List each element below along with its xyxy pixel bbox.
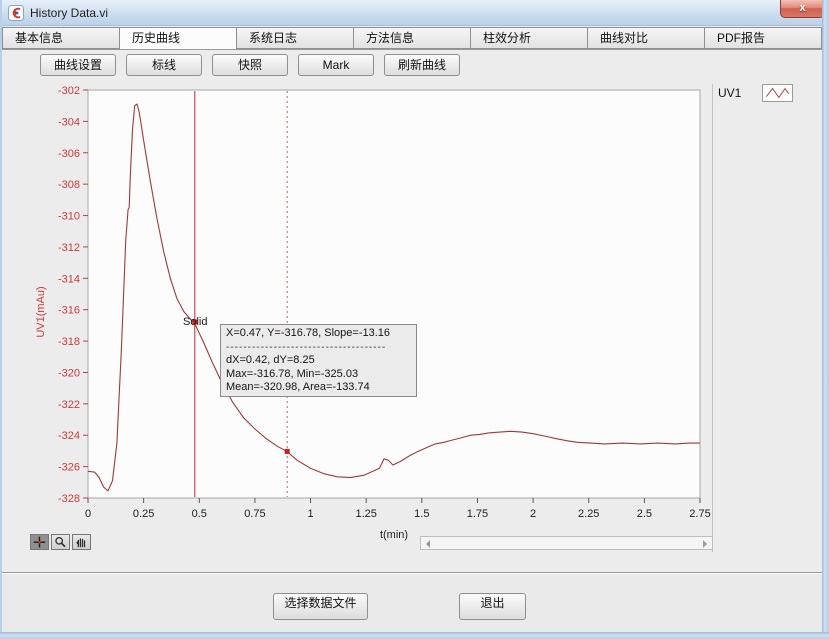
svg-text:-314: -314 xyxy=(58,273,80,285)
svg-text:-304: -304 xyxy=(58,116,80,128)
legend-uv1-label: UV1 xyxy=(718,86,762,100)
hand-icon xyxy=(73,535,90,549)
svg-text:-302: -302 xyxy=(58,85,80,97)
graph-tools-palette xyxy=(30,534,91,550)
tab-5[interactable]: 曲线对比 xyxy=(588,27,705,49)
svg-text:1.5: 1.5 xyxy=(414,508,429,520)
cursor-move-tool-button[interactable] xyxy=(30,534,49,550)
svg-text:-310: -310 xyxy=(58,211,80,223)
scroll-left-icon[interactable] xyxy=(426,540,430,548)
toolbar-button-2[interactable]: 快照 xyxy=(212,54,288,76)
svg-text:1: 1 xyxy=(307,508,313,520)
cursor-solid-label: Solid xyxy=(183,316,207,328)
window-titlebar[interactable]: History Data.vi x xyxy=(0,0,829,26)
scroll-right-icon[interactable] xyxy=(703,540,707,548)
window-title: History Data.vi xyxy=(30,6,108,20)
pan-tool-button[interactable] xyxy=(72,534,91,550)
graph-horizontal-scrollbar[interactable] xyxy=(420,536,713,550)
select-data-file-button[interactable]: 选择数据文件 xyxy=(273,593,368,620)
labview-vi-icon xyxy=(8,5,24,21)
plot-area xyxy=(88,90,700,498)
svg-text:-308: -308 xyxy=(58,179,80,191)
svg-text:0.5: 0.5 xyxy=(192,508,207,520)
x-axis-title: t(min) xyxy=(380,529,408,541)
history-data-window: History Data.vi x 基本信息历史曲线系统日志方法信息柱效分析曲线… xyxy=(0,0,829,639)
curve-toolbar: 曲线设置标线快照 Mark 刷新曲线 xyxy=(40,54,460,76)
window-border-bottom xyxy=(0,632,829,639)
close-button[interactable]: x xyxy=(780,0,825,18)
graph-frame-edge xyxy=(712,84,713,552)
tooltip-line-maxmin: Max=-316.78, Min=-325.03 xyxy=(226,368,411,382)
toolbar-button-4[interactable]: 刷新曲线 xyxy=(384,54,460,76)
svg-text:0.75: 0.75 xyxy=(244,508,265,520)
zoom-tool-button[interactable] xyxy=(51,534,70,550)
svg-text:2: 2 xyxy=(530,508,536,520)
svg-text:2.75: 2.75 xyxy=(689,508,710,520)
tab-page-border xyxy=(2,49,822,50)
svg-text:2.25: 2.25 xyxy=(578,508,599,520)
uv1-history-graph[interactable]: -302 -304 -306 -308 -310 -312 -314 -316 -318 -320… xyxy=(28,84,713,554)
svg-text:-324: -324 xyxy=(58,430,80,442)
svg-text:-318: -318 xyxy=(58,336,80,348)
toolbar-button-0[interactable]: 曲线设置 xyxy=(40,54,116,76)
tab-0[interactable]: 基本信息 xyxy=(2,27,120,49)
magnifier-icon xyxy=(52,535,69,549)
svg-text:2.5: 2.5 xyxy=(637,508,652,520)
plot-svg[interactable]: -302 -304 -306 -308 -310 -312 -314 -316 -318 -320… xyxy=(28,84,713,554)
svg-text:-312: -312 xyxy=(58,242,80,254)
cursor-marker xyxy=(285,449,290,454)
legend-line-glyph[interactable] xyxy=(762,84,793,102)
svg-text:0.25: 0.25 xyxy=(133,508,154,520)
svg-text:-326: -326 xyxy=(58,462,80,474)
exit-button[interactable]: 退出 xyxy=(459,593,526,620)
svg-text:-328: -328 xyxy=(58,493,80,505)
svg-text:1.25: 1.25 xyxy=(355,508,376,520)
tab-2[interactable]: 系统日志 xyxy=(237,27,354,49)
plot-legend[interactable]: UV1 xyxy=(718,83,808,103)
tab-1[interactable]: 历史曲线 xyxy=(120,27,237,50)
tab-bar: 基本信息历史曲线系统日志方法信息柱效分析曲线对比PDF报告 xyxy=(2,27,822,50)
svg-text:0: 0 xyxy=(85,508,91,520)
toolbar-button-3[interactable]: Mark xyxy=(298,54,374,76)
tooltip-line-dxdy: dX=0.42, dY=8.25 xyxy=(226,354,411,368)
window-border-left xyxy=(0,0,2,639)
tab-3[interactable]: 方法信息 xyxy=(354,27,471,49)
tab-4[interactable]: 柱效分析 xyxy=(471,27,588,49)
y-axis-title: UV1(mAu) xyxy=(35,286,47,337)
tooltip-separator: ------------------------------------- xyxy=(226,341,411,355)
window-border-right xyxy=(822,0,829,639)
tab-6[interactable]: PDF报告 xyxy=(705,27,822,49)
cursor-readout-tooltip[interactable]: X=0.47, Y=-316.78, Slope=-13.16 --------… xyxy=(220,324,417,397)
crosshair-icon xyxy=(31,535,48,549)
footer-bar: 选择数据文件 退出 xyxy=(2,574,822,632)
svg-text:-322: -322 xyxy=(58,399,80,411)
svg-text:-306: -306 xyxy=(58,148,80,160)
svg-text:1.75: 1.75 xyxy=(467,508,488,520)
svg-text:-320: -320 xyxy=(58,367,80,379)
tooltip-line-xy: X=0.47, Y=-316.78, Slope=-13.16 xyxy=(226,327,411,341)
svg-text:-316: -316 xyxy=(58,305,80,317)
toolbar-button-1[interactable]: 标线 xyxy=(126,54,202,76)
tooltip-line-meanarea: Mean=-320.98, Area=-133.74 xyxy=(226,381,411,395)
